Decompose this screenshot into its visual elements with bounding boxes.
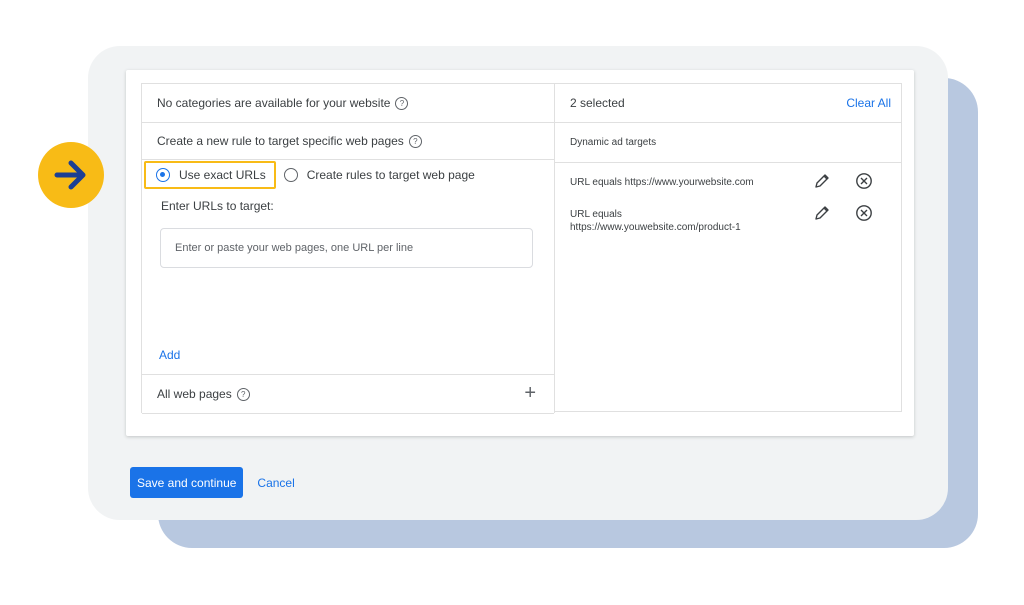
target-line: URL equals https://www.yourwebsite.com xyxy=(570,177,754,188)
no-categories-text: No categories are available for your web… xyxy=(157,96,391,110)
target-line: https://www.youwebsite.com/product-1 xyxy=(570,222,741,233)
dynamic-targets-label: Dynamic ad targets xyxy=(570,137,657,148)
radio-checked-icon[interactable] xyxy=(156,168,170,182)
remove-circle-icon[interactable] xyxy=(855,172,873,190)
clear-all-button[interactable]: Clear All xyxy=(846,96,891,110)
pencil-icon[interactable] xyxy=(813,172,831,190)
remove-circle-icon[interactable] xyxy=(855,204,873,222)
target-text: URL equals https://www.youwebsite.com/pr… xyxy=(570,208,890,234)
all-web-pages-row[interactable]: All web pages ? + xyxy=(142,374,554,414)
help-icon[interactable]: ? xyxy=(408,134,422,148)
create-rules-option[interactable]: Create rules to target web page xyxy=(283,168,475,182)
target-line: URL equals xyxy=(570,209,622,220)
use-exact-urls-option[interactable]: Use exact URLs xyxy=(144,161,276,189)
cancel-button[interactable]: Cancel xyxy=(257,476,294,490)
selection-header: 2 selected Clear All xyxy=(555,84,901,123)
radio-label: Use exact URLs xyxy=(179,168,266,182)
create-rule-row: Create a new rule to target specific web… xyxy=(142,123,554,160)
radio-label: Create rules to target web page xyxy=(306,168,475,182)
pencil-icon[interactable] xyxy=(813,204,831,222)
help-icon[interactable]: ? xyxy=(395,96,409,110)
no-categories-row: No categories are available for your web… xyxy=(142,84,554,123)
create-rule-text: Create a new rule to target specific web… xyxy=(157,134,404,148)
help-icon[interactable]: ? xyxy=(236,387,250,401)
targeting-panel: No categories are available for your web… xyxy=(126,70,914,436)
selected-count: 2 selected xyxy=(570,96,625,110)
arrow-right-icon xyxy=(54,160,86,190)
all-web-pages-label: All web pages xyxy=(157,387,232,401)
target-text: URL equals https://www.yourwebsite.com xyxy=(570,176,890,189)
save-and-continue-button[interactable]: Save and continue xyxy=(130,467,244,498)
callout-badge xyxy=(38,142,104,208)
enter-urls-label: Enter URLs to target: xyxy=(161,199,274,213)
plus-icon[interactable]: + xyxy=(524,383,536,403)
targeting-mode-radio-group: Use exact URLs Create rules to target we… xyxy=(144,159,544,191)
dynamic-targets-header: Dynamic ad targets xyxy=(555,123,901,163)
right-column: 2 selected Clear All Dynamic ad targets … xyxy=(554,83,902,412)
add-button[interactable]: Add xyxy=(159,348,180,362)
url-input[interactable]: Enter or paste your web pages, one URL p… xyxy=(160,228,533,268)
form-actions: Save and continue Cancel xyxy=(130,467,295,498)
left-column: No categories are available for your web… xyxy=(141,83,555,414)
radio-unchecked-icon[interactable] xyxy=(283,168,298,182)
